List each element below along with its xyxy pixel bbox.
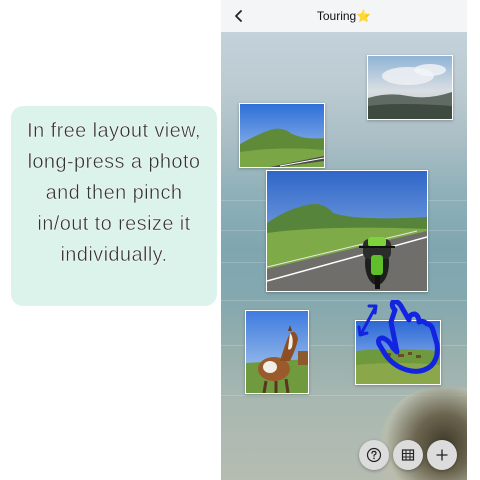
- help-icon: [366, 447, 382, 463]
- grid-icon: [401, 449, 415, 461]
- photo-image: [246, 311, 308, 393]
- phone-screen: Touring⭐: [221, 0, 467, 480]
- plus-icon: [436, 449, 448, 461]
- photo-image: [240, 104, 324, 167]
- left-panel: In free layout view, long-press a photo …: [0, 0, 221, 480]
- photo-image: [368, 56, 452, 119]
- right-margin: [467, 0, 480, 480]
- title-text: Touring: [316, 9, 357, 23]
- photo-horse[interactable]: [245, 310, 309, 394]
- pinch-gesture-icon: [357, 300, 440, 374]
- hint-text: In free layout view, long-press a photo …: [27, 120, 201, 266]
- photo-cloudy-landscape[interactable]: [367, 55, 453, 120]
- hint-bubble: In free layout view, long-press a photo …: [11, 106, 217, 306]
- star-icon: ⭐: [356, 9, 372, 23]
- help-button[interactable]: [359, 440, 389, 470]
- layout-button[interactable]: [393, 440, 423, 470]
- shoreline-rocks: [381, 388, 467, 480]
- page-title: Touring⭐: [221, 9, 467, 23]
- photo-motorcycle-on-road[interactable]: [266, 170, 428, 292]
- photo-image: [267, 171, 427, 291]
- app-header: Touring⭐: [221, 0, 467, 32]
- add-button[interactable]: [427, 440, 457, 470]
- photo-green-hill[interactable]: [239, 103, 325, 168]
